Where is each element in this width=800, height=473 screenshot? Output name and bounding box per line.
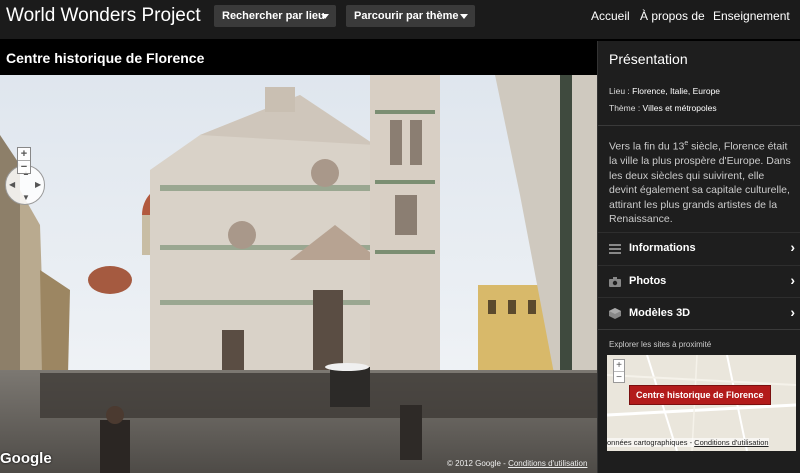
nav-home-link[interactable]: Accueil <box>591 9 630 23</box>
camera-icon <box>609 277 621 287</box>
location-label: Lieu : <box>609 86 633 96</box>
cube-icon <box>609 308 621 319</box>
panel-title: Présentation <box>609 51 688 67</box>
nav-education-link[interactable]: Enseignement <box>713 9 790 23</box>
list-icon <box>609 244 621 254</box>
divider <box>598 329 800 330</box>
zoom-out-button[interactable]: − <box>18 160 30 173</box>
site-title: Centre historique de Florence <box>6 50 205 66</box>
section-informations[interactable]: Informations › <box>598 232 800 263</box>
pan-right-icon[interactable]: ▶ <box>35 181 41 189</box>
map-copyright-text: onnées cartographiques <box>607 438 688 447</box>
zoom-control: + − <box>17 147 31 174</box>
pan-left-icon[interactable]: ◀ <box>9 181 15 189</box>
nav-about-link[interactable]: À propos de <box>640 9 705 23</box>
viewer-copyright: © 2012 Google - Conditions d'utilisation <box>447 459 587 468</box>
google-logo[interactable]: Google <box>0 450 52 467</box>
search-by-place-dropdown[interactable]: Rechercher par lieu <box>214 5 336 27</box>
section-photos-label: Photos <box>629 275 667 287</box>
nearby-map[interactable]: + − Centre historique de Florence onnées… <box>607 355 796 451</box>
site-brand[interactable]: World Wonders Project <box>6 5 201 27</box>
map-copyright-separator: - <box>689 438 693 447</box>
chevron-right-icon: › <box>790 304 795 320</box>
section-photos[interactable]: Photos › <box>598 265 800 296</box>
map-marker-label[interactable]: Centre historique de Florence <box>629 385 771 405</box>
chevron-down-icon <box>460 14 468 19</box>
theme-value[interactable]: Villes et métropoles <box>643 103 717 113</box>
map-zoom-out-button[interactable]: − <box>614 371 624 383</box>
pan-down-icon[interactable]: ▼ <box>22 194 30 202</box>
street-view-panorama[interactable]: ▲ ▼ ◀ ▶ + − <box>0 75 597 473</box>
search-by-place-label: Rechercher par lieu <box>222 10 325 22</box>
site-description: Vers la fin du 13e siècle, Florence étai… <box>609 137 795 227</box>
browse-by-theme-dropdown[interactable]: Parcourir par thème <box>346 5 475 27</box>
zoom-in-button[interactable]: + <box>18 148 30 160</box>
theme-meta: Thème : Villes et métropoles <box>609 103 717 113</box>
theme-label: Thème : <box>609 103 643 113</box>
map-zoom-in-button[interactable]: + <box>614 360 624 371</box>
terms-link[interactable]: Conditions d'utilisation <box>508 459 587 468</box>
chevron-right-icon: › <box>790 239 795 255</box>
browse-by-theme-label: Parcourir par thème <box>354 10 459 22</box>
copyright-text: © 2012 Google <box>447 459 501 468</box>
description-text-end: siècle, Florence était la ville la plus … <box>609 140 791 226</box>
location-meta: Lieu : Florence, Italie, Europe <box>609 86 720 96</box>
map-terms-link[interactable]: Conditions d'utilisation <box>694 438 768 447</box>
map-zoom-control: + − <box>613 359 625 383</box>
divider <box>598 125 800 126</box>
site-title-bar: Centre historique de Florence <box>0 41 597 75</box>
chevron-down-icon <box>321 14 329 19</box>
map-copyright: onnées cartographiques - Conditions d'ut… <box>607 438 769 447</box>
top-bar: World Wonders Project Rechercher par lie… <box>0 0 800 40</box>
nearby-sites-label: Explorer les sites à proximité <box>609 340 712 349</box>
info-panel: Présentation Lieu : Florence, Italie, Eu… <box>597 41 800 473</box>
section-informations-label: Informations <box>629 242 696 254</box>
description-text-start: Vers la fin du 13 <box>609 140 685 153</box>
chevron-right-icon: › <box>790 272 795 288</box>
copyright-separator: - <box>503 459 506 468</box>
section-3d-models-label: Modèles 3D <box>629 307 691 319</box>
location-value[interactable]: Florence, Italie, Europe <box>632 86 720 96</box>
panorama-image <box>0 75 597 473</box>
section-3d-models[interactable]: Modèles 3D › <box>598 297 800 328</box>
